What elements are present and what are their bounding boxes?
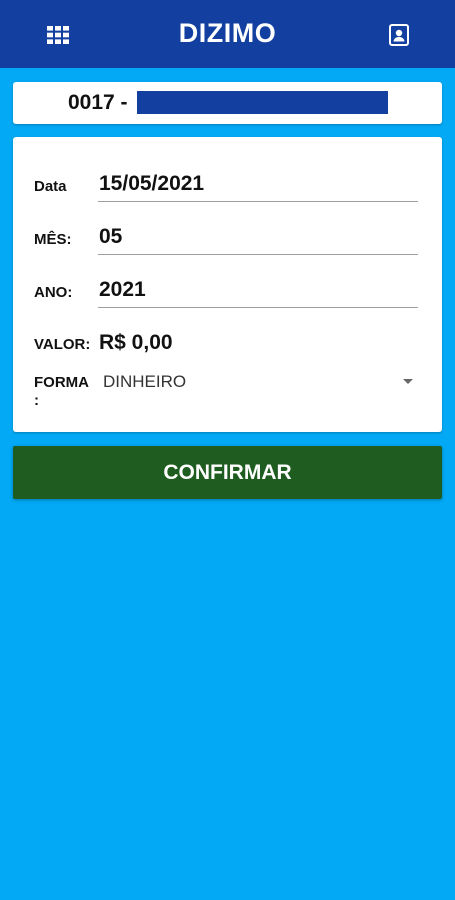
- payment-method-value: DINHEIRO: [103, 372, 187, 391]
- payment-method-select[interactable]: DINHEIRO: [103, 369, 413, 395]
- payment-method-label: FORMA :: [34, 374, 89, 409]
- member-name-redacted: [137, 91, 388, 114]
- amount-label: VALOR:: [34, 336, 91, 353]
- confirm-button[interactable]: CONFIRMAR: [13, 446, 442, 499]
- amount-field[interactable]: R$ 0,00: [99, 331, 173, 355]
- year-field[interactable]: 2021: [99, 278, 146, 302]
- year-underline: [98, 307, 418, 308]
- month-underline: [98, 254, 418, 255]
- member-card: 0017 -: [13, 82, 442, 124]
- member-code: 0017 -: [68, 91, 128, 114]
- dropdown-arrow-icon: [403, 379, 413, 384]
- date-label: Data: [34, 178, 67, 195]
- month-field[interactable]: 05: [99, 225, 122, 249]
- date-field[interactable]: 15/05/2021: [99, 172, 204, 196]
- date-underline: [98, 201, 418, 202]
- month-label: MÊS:: [34, 231, 72, 248]
- app-bar: DIZIMO: [0, 0, 455, 68]
- tithe-form: Data 15/05/2021 MÊS: 05 ANO: 2021 VALOR:…: [13, 137, 442, 432]
- year-label: ANO:: [34, 284, 73, 301]
- contact-card-icon[interactable]: [387, 23, 411, 47]
